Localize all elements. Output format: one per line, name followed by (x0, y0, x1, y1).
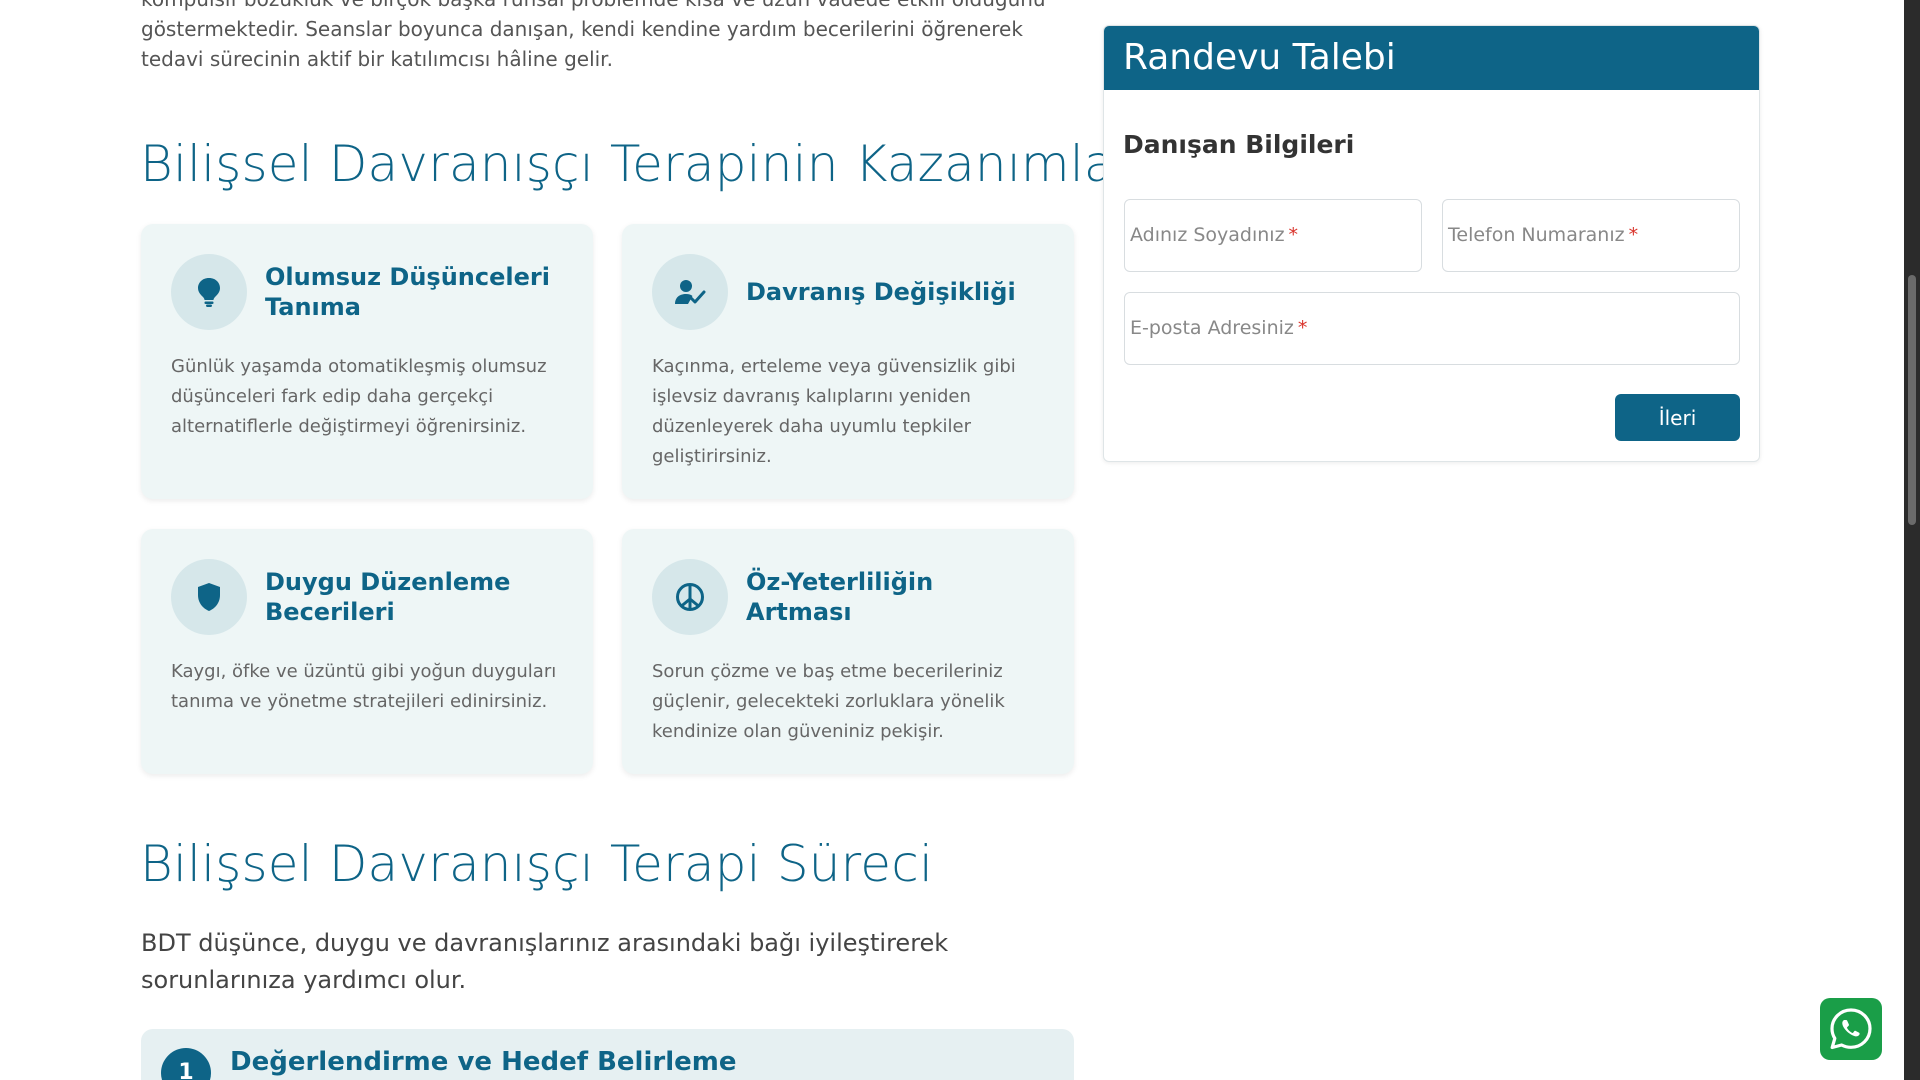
whatsapp-button[interactable] (1820, 998, 1882, 1060)
required-mark: * (1628, 224, 1639, 246)
page-scrollbar[interactable] (1904, 0, 1920, 1080)
benefit-card: Davranış Değişikliği Kaçınma, erteleme v… (622, 224, 1074, 499)
benefit-card-text: Kaçınma, erteleme veya güvensizlik gibi … (652, 356, 1016, 467)
shield-icon (171, 559, 247, 635)
benefit-card-title: Duygu Düzenleme Becerileri (265, 568, 511, 626)
phone-field-placeholder: Telefon Numaranız (1448, 224, 1625, 246)
process-title: Bilişsel Davranışçı Terapi Süreci (140, 835, 934, 893)
peace-icon (652, 559, 728, 635)
benefit-card-text: Kaygı, öfke ve üzüntü gibi yoğun duygula… (171, 661, 557, 712)
scrollbar-thumb[interactable] (1908, 275, 1916, 525)
intro-paragraph: kompulsif bozukluk ve birçok başka ruhsa… (141, 0, 1046, 71)
lightbulb-icon (171, 254, 247, 330)
benefits-title: Bilişsel Davranışçı Terapinin Kazanımlar… (140, 135, 1150, 193)
benefit-card: Olumsuz Düşünceleri Tanıma Günlük yaşamd… (141, 224, 593, 499)
benefit-card-title: Davranış Değişikliği (746, 278, 1016, 306)
benefit-card: Öz-Yeterliliğin Artması Sorun çözme ve b… (622, 529, 1074, 774)
whatsapp-icon (1830, 1008, 1872, 1050)
appointment-form: Randevu Talebi Danışan Bilgileri Adınız … (1103, 25, 1760, 462)
form-title: Randevu Talebi (1104, 26, 1759, 90)
required-mark: * (1297, 317, 1308, 339)
next-button[interactable]: İleri (1615, 394, 1740, 441)
user-check-icon (652, 254, 728, 330)
benefit-card-text: Günlük yaşamda otomatikleşmiş olumsuz dü… (171, 356, 547, 437)
email-field-placeholder: E-posta Adresiniz (1130, 317, 1294, 339)
name-field[interactable]: Adınız Soyadınız * (1124, 199, 1422, 272)
name-field-placeholder: Adınız Soyadınız (1130, 224, 1285, 246)
benefit-card-text: Sorun çözme ve baş etme becerileriniz gü… (652, 661, 1005, 742)
phone-field[interactable]: Telefon Numaranız * (1442, 199, 1740, 272)
benefit-card: Duygu Düzenleme Becerileri Kaygı, öfke v… (141, 529, 593, 774)
process-step: 1 Değerlendirme ve Hedef Belirleme (141, 1029, 1074, 1080)
form-subtitle: Danışan Bilgileri (1123, 130, 1355, 159)
email-field[interactable]: E-posta Adresiniz * (1124, 292, 1740, 365)
benefit-card-title: Öz-Yeterliliğin Artması (746, 568, 934, 626)
step-title: Değerlendirme ve Hedef Belirleme (230, 1047, 737, 1077)
required-mark: * (1288, 224, 1299, 246)
step-number: 1 (161, 1048, 211, 1080)
benefit-card-title: Olumsuz Düşünceleri Tanıma (265, 263, 550, 321)
page: kompulsif bozukluk ve birçok başka ruhsa… (0, 0, 1904, 1080)
process-lead: BDT düşünce, duygu ve davranışlarınız ar… (141, 929, 949, 994)
